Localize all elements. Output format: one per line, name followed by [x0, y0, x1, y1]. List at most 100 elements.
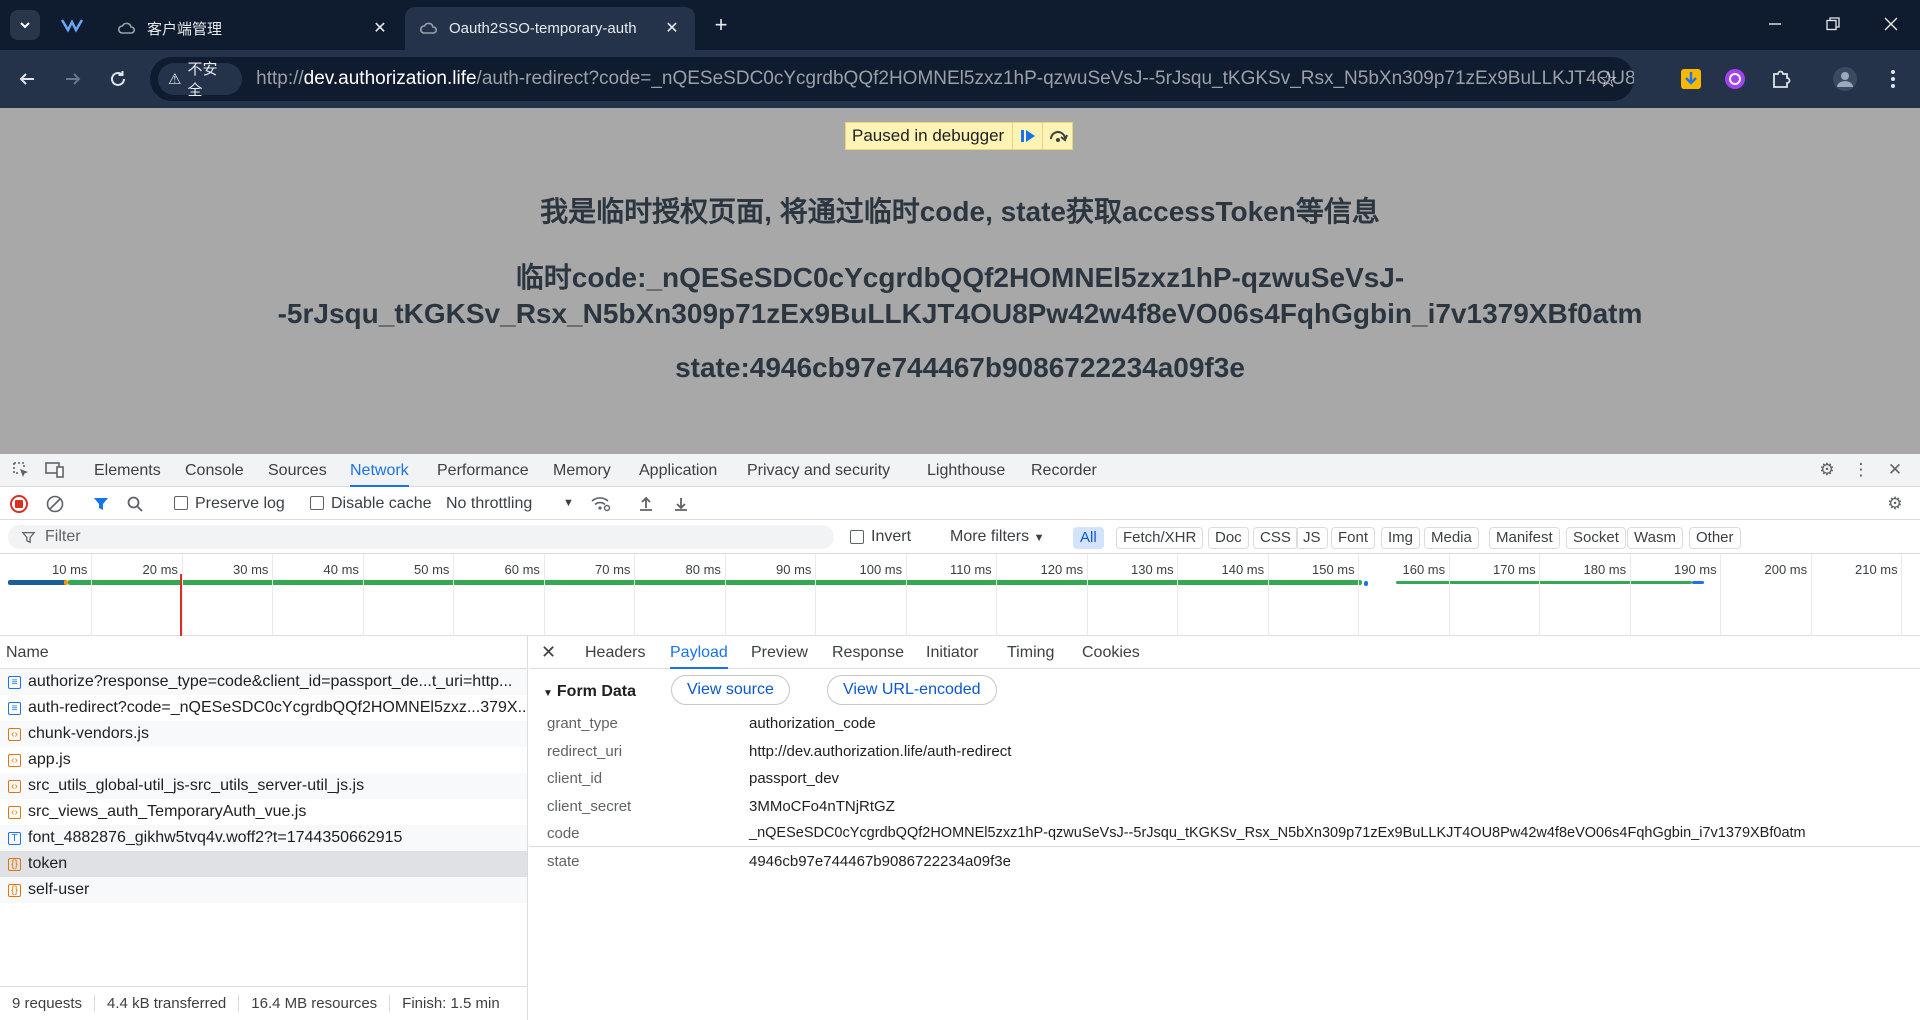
- more-filters-dropdown[interactable]: More filters ▼: [950, 520, 1044, 554]
- reload-button[interactable]: [103, 64, 133, 94]
- close-icon[interactable]: ✕: [369, 17, 391, 39]
- type-filter-js[interactable]: JS: [1296, 527, 1328, 549]
- request-row-selected[interactable]: {} token: [0, 851, 527, 877]
- view-url-encoded-button[interactable]: View URL-encoded: [827, 675, 997, 705]
- request-row[interactable]: ‹› chunk-vendors.js: [0, 721, 527, 747]
- resume-button[interactable]: [1012, 123, 1042, 149]
- extension-logo-icon[interactable]: [60, 14, 84, 36]
- extension-purple-icon[interactable]: [1720, 64, 1750, 94]
- detail-tab-timing[interactable]: Timing: [1007, 636, 1054, 669]
- close-devtools-icon[interactable]: ✕: [1882, 457, 1908, 483]
- warning-icon: ⚠: [168, 71, 182, 88]
- close-icon[interactable]: ✕: [661, 17, 683, 39]
- forward-button[interactable]: [58, 64, 88, 94]
- filter-funnel-icon: [22, 531, 35, 543]
- type-filter-font[interactable]: Font: [1331, 527, 1376, 549]
- step-over-button[interactable]: [1042, 123, 1072, 149]
- type-filter-wasm[interactable]: Wasm: [1627, 527, 1683, 549]
- request-row[interactable]: ‹› app.js: [0, 747, 527, 773]
- request-name: token: [28, 855, 68, 872]
- panel-tab-memory[interactable]: Memory: [553, 454, 611, 487]
- network-conditions-icon[interactable]: [588, 491, 614, 517]
- panel-tab-sources[interactable]: Sources: [268, 454, 327, 487]
- panel-tab-network[interactable]: Network: [350, 454, 409, 487]
- restore-button[interactable]: [1810, 8, 1856, 40]
- type-filter-fetch-xhr[interactable]: Fetch/XHR: [1116, 527, 1204, 549]
- tab-client-management[interactable]: 客户端管理 ✕: [103, 7, 403, 50]
- type-filter-doc[interactable]: Doc: [1208, 527, 1249, 549]
- panel-tab-lighthouse[interactable]: Lighthouse: [927, 454, 1005, 487]
- panel-tab-performance[interactable]: Performance: [437, 454, 529, 487]
- extensions-puzzle-icon[interactable]: [1766, 64, 1796, 94]
- request-row[interactable]: Tfont_4882876_gikhw5tvq4v.woff2?t=174435…: [0, 825, 527, 851]
- panel-tab-elements[interactable]: Elements: [94, 454, 161, 487]
- type-filter-media[interactable]: Media: [1424, 527, 1479, 549]
- disable-cache-checkbox[interactable]: [310, 496, 324, 510]
- filter-placeholder: Filter: [45, 528, 81, 545]
- invert-checkbox[interactable]: [850, 530, 864, 544]
- chevron-down-icon[interactable]: ▼: [563, 487, 574, 520]
- panel-tab-application[interactable]: Application: [639, 454, 717, 487]
- network-timeline-overview[interactable]: 10 ms 20 ms 30 ms 40 ms 50 ms 60 ms 70 ms 80 ms…: [0, 554, 1920, 636]
- request-row[interactable]: ≡ auth-redirect?code=_nQESeSDC0cYcgrdbQQf…: [0, 695, 527, 721]
- detail-tab-headers[interactable]: Headers: [585, 636, 645, 669]
- detail-tab-payload[interactable]: Payload: [670, 636, 728, 669]
- download-extension-icon[interactable]: [1676, 64, 1706, 94]
- request-row[interactable]: ‹› src_utils_global-util_js-src_utils_ser…: [0, 773, 527, 799]
- profile-avatar[interactable]: [1830, 64, 1860, 94]
- search-icon[interactable]: [122, 491, 148, 517]
- import-har-icon[interactable]: [633, 491, 659, 517]
- inspect-element-icon[interactable]: [8, 457, 34, 483]
- type-filter-all[interactable]: All: [1073, 527, 1104, 549]
- back-button[interactable]: [12, 64, 42, 94]
- request-row[interactable]: {} self-user: [0, 877, 527, 903]
- panel-tab-console[interactable]: Console: [185, 454, 244, 487]
- request-row[interactable]: ‹› src_views_auth_TemporaryAuth_vue.js: [0, 799, 527, 825]
- timeline-tick-label: 160 ms: [1402, 562, 1446, 577]
- address-bar[interactable]: ⚠ 不安全 http://dev.authorization.life/auth…: [150, 57, 1634, 101]
- type-filter-css[interactable]: CSS: [1253, 527, 1298, 549]
- timeline-tick-label: 140 ms: [1221, 562, 1265, 577]
- close-window-button[interactable]: [1868, 8, 1914, 40]
- param-key: code: [547, 825, 580, 842]
- tab-oauth2sso[interactable]: Oauth2SSO-temporary-auth ✕: [405, 7, 695, 50]
- security-chip[interactable]: ⚠ 不安全: [158, 61, 243, 99]
- bookmark-star-icon[interactable]: ☆: [1598, 67, 1618, 93]
- timeline-tick-label: 190 ms: [1674, 562, 1717, 577]
- clear-icon[interactable]: [42, 491, 68, 517]
- minimize-button[interactable]: [1752, 8, 1798, 40]
- name-column-header[interactable]: Name: [0, 636, 527, 669]
- type-filter-img[interactable]: Img: [1381, 527, 1421, 549]
- stop-recording-button[interactable]: [10, 495, 28, 513]
- filter-funnel-icon[interactable]: [88, 491, 114, 517]
- detail-tab-initiator[interactable]: Initiator: [926, 636, 978, 669]
- form-data-toggle[interactable]: ▼ Form Data: [543, 683, 636, 701]
- tab-search-button[interactable]: [10, 10, 40, 40]
- detail-tab-response[interactable]: Response: [832, 636, 904, 669]
- more-options-icon[interactable]: ⋮: [1848, 457, 1874, 483]
- view-source-button[interactable]: View source: [671, 675, 790, 705]
- arrow-left-icon: [19, 73, 34, 85]
- script-icon: ‹›: [8, 780, 21, 793]
- throttling-select[interactable]: No throttling: [446, 487, 532, 520]
- type-filter-socket[interactable]: Socket: [1566, 527, 1626, 549]
- network-settings-icon[interactable]: ⚙: [1882, 491, 1908, 517]
- timeline-gridline: [543, 554, 545, 636]
- type-filter-other[interactable]: Other: [1689, 527, 1741, 549]
- type-filter-manifest[interactable]: Manifest: [1489, 527, 1560, 549]
- settings-gear-icon[interactable]: ⚙: [1814, 457, 1840, 483]
- preserve-log-checkbox[interactable]: [174, 496, 188, 510]
- param-key: grant_type: [547, 715, 618, 732]
- device-toolbar-icon[interactable]: [42, 457, 68, 483]
- url-text[interactable]: http://dev.authorization.life/auth-redir…: [256, 68, 1634, 90]
- request-row[interactable]: ≡ authorize?response_type=code&client_id=…: [0, 669, 527, 695]
- browser-menu-icon[interactable]: [1878, 64, 1908, 94]
- panel-tab-privacy[interactable]: Privacy and security: [747, 454, 890, 487]
- panel-tab-recorder[interactable]: Recorder: [1031, 454, 1097, 487]
- filter-input[interactable]: Filter: [8, 525, 834, 549]
- detail-tab-preview[interactable]: Preview: [751, 636, 808, 669]
- detail-tab-cookies[interactable]: Cookies: [1082, 636, 1140, 669]
- close-detail-icon[interactable]: ✕: [541, 636, 556, 669]
- new-tab-button[interactable]: +: [708, 12, 734, 38]
- export-har-icon[interactable]: [668, 491, 694, 517]
